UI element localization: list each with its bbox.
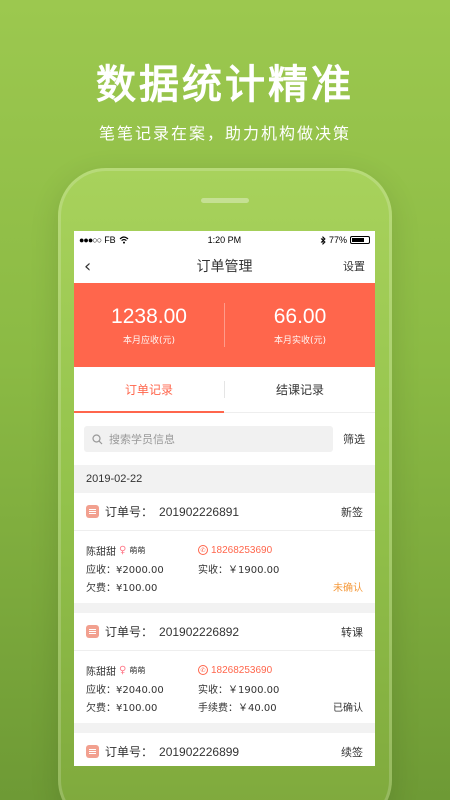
fee-amount: 手续费：￥40.00	[198, 702, 277, 714]
tab-bar: 订单记录 结课记录	[74, 367, 375, 413]
order-header: 订单号： 201902226891 新签	[74, 493, 375, 531]
order-icon	[86, 745, 99, 758]
settings-button[interactable]: 设置	[343, 258, 365, 274]
receivable-value: 1238.00	[111, 304, 187, 328]
phone-number: 18268253690	[211, 664, 273, 676]
student-name: 陈甜甜	[86, 666, 116, 678]
arrears-amount: 欠费：¥100.00	[86, 582, 158, 594]
received-summary: 66.00 本月实收(元)	[225, 305, 375, 346]
order-icon	[86, 505, 99, 518]
status-bar: ●●●○○ FB 1:20 PM 77%	[74, 231, 375, 249]
female-icon: ♀	[119, 664, 127, 676]
promo-title: 数据统计精准	[96, 62, 354, 108]
page-title: 订单管理	[196, 259, 253, 275]
clock: 1:20 PM	[207, 235, 242, 245]
back-icon[interactable]: ‹	[84, 256, 114, 277]
order-number: 201902226892	[159, 624, 240, 639]
wifi-icon	[119, 236, 129, 244]
order-type: 转课	[341, 625, 363, 639]
bluetooth-icon	[320, 235, 326, 245]
receivable-amount: 应收：¥2000.00	[86, 564, 164, 576]
signal-icon: ●●●○○	[79, 235, 102, 245]
battery-percent: 77%	[328, 235, 347, 245]
order-number-label: 订单号：	[105, 625, 154, 639]
search-placeholder: 搜索学员信息	[109, 433, 175, 446]
order-number: 201902226899	[159, 744, 240, 759]
order-number: 201902226891	[159, 504, 240, 519]
receivable-amount: 应收：¥2040.00	[86, 684, 164, 696]
search-row: 搜索学员信息 筛选	[74, 413, 375, 465]
received-amount: 实收：￥1900.00	[198, 684, 280, 696]
date-header: 2019-02-22	[86, 473, 143, 485]
received-label: 本月实收(元)	[273, 335, 327, 346]
status-badge: 未确认	[333, 582, 363, 594]
tab-order-records[interactable]: 订单记录	[74, 367, 224, 413]
receivable-summary: 1238.00 本月应收(元)	[74, 305, 224, 346]
order-icon	[86, 625, 99, 638]
order-card[interactable]: 订单号： 201902226899 续签	[74, 733, 375, 766]
phone-link[interactable]: ✆ 18268253690	[198, 545, 363, 556]
phone-link[interactable]: ✆ 18268253690	[198, 665, 363, 676]
phone-icon: ✆	[198, 665, 208, 675]
received-value: 66.00	[273, 304, 327, 328]
order-details: 陈甜甜 ♀ 萌萌 ✆ 18268253690 应收：¥2000.00 实收：￥1…	[74, 531, 375, 603]
female-icon: ♀	[119, 544, 127, 556]
order-number-label: 订单号：	[105, 505, 154, 519]
student-nickname: 萌萌	[129, 665, 146, 675]
monthly-summary: 1238.00 本月应收(元) 66.00 本月实收(元)	[74, 283, 375, 367]
received-amount: 实收：￥1900.00	[198, 564, 280, 576]
status-badge: 已确认	[333, 702, 363, 714]
nav-bar: ‹ 订单管理 设置	[74, 249, 375, 283]
tab-course-completion[interactable]: 结课记录	[225, 367, 375, 412]
phone-number: 18268253690	[211, 544, 273, 556]
order-card[interactable]: 订单号： 201902226892 转课 陈甜甜 ♀ 萌萌 ✆ 18268253…	[74, 613, 375, 723]
battery-icon	[350, 236, 370, 244]
order-header: 订单号： 201902226892 转课	[74, 613, 375, 651]
student-name: 陈甜甜	[86, 546, 116, 558]
carrier-name: FB	[104, 235, 116, 245]
phone-speaker	[201, 198, 249, 203]
order-details: 陈甜甜 ♀ 萌萌 ✆ 18268253690 应收：¥2040.00 实收：￥1…	[74, 651, 375, 723]
phone-icon: ✆	[198, 545, 208, 555]
order-card[interactable]: 订单号： 201902226891 新签 陈甜甜 ♀ 萌萌 ✆ 18268253…	[74, 493, 375, 603]
order-header: 订单号： 201902226899 续签	[74, 733, 375, 766]
promo-subtitle: 笔笔记录在案，助力机构做决策	[98, 124, 351, 143]
filter-button[interactable]: 筛选	[343, 431, 365, 447]
receivable-label: 本月应收(元)	[122, 335, 176, 346]
student-nickname: 萌萌	[129, 545, 146, 555]
app-screen: ●●●○○ FB 1:20 PM 77% ‹ 订单管理 设置 1238.00 本…	[74, 231, 375, 766]
arrears-amount: 欠费：¥100.00	[86, 702, 158, 714]
search-icon	[92, 433, 103, 444]
battery-fill	[352, 238, 365, 242]
order-number-label: 订单号：	[105, 745, 154, 759]
order-type: 新签	[341, 505, 363, 519]
order-type: 续签	[341, 745, 363, 759]
search-input[interactable]: 搜索学员信息	[84, 426, 333, 452]
